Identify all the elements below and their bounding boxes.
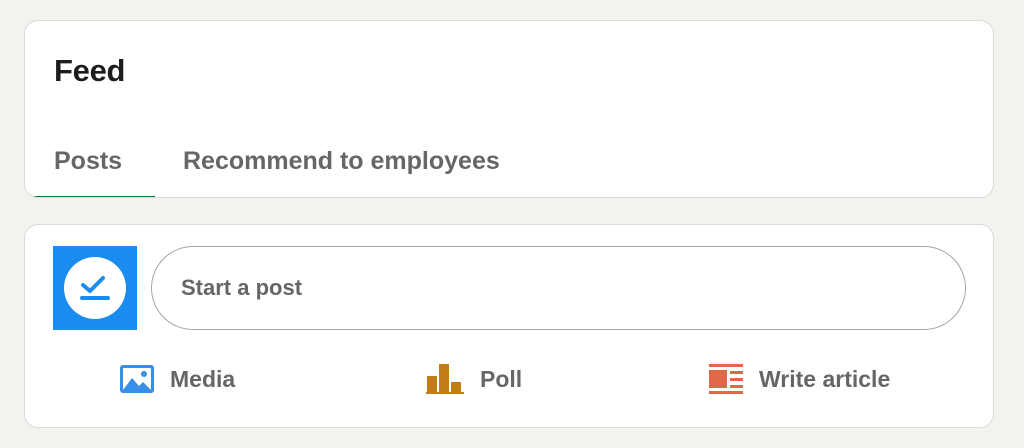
article-icon (709, 364, 743, 394)
poll-label: Poll (480, 365, 523, 392)
write-article-button[interactable]: Write article (709, 359, 890, 399)
tab-posts[interactable]: Posts (25, 125, 155, 197)
tab-recommend-label: Recommend to employees (183, 146, 500, 175)
feed-card: Feed Posts Recommend to employees (24, 20, 994, 198)
write-article-label: Write article (759, 365, 891, 392)
post-composer-card: Start a post Media Poll Write article (24, 224, 994, 428)
start-post-placeholder: Start a post (181, 275, 303, 300)
poll-chart-icon (426, 364, 464, 394)
tab-recommend-to-employees[interactable]: Recommend to employees (155, 125, 500, 197)
tab-posts-label: Posts (54, 146, 123, 175)
checkmark-tray-icon (64, 257, 126, 319)
media-label: Media (170, 365, 236, 392)
feed-title: Feed (54, 53, 126, 88)
feed-tabs: Posts Recommend to employees (25, 125, 500, 197)
poll-button[interactable]: Poll (426, 359, 522, 399)
start-post-input[interactable]: Start a post (151, 246, 966, 330)
avatar[interactable] (53, 246, 137, 330)
media-button[interactable]: Media (120, 359, 235, 399)
composer-actions: Media Poll Write article (25, 359, 993, 399)
image-icon (120, 365, 154, 393)
active-tab-indicator (25, 196, 155, 197)
